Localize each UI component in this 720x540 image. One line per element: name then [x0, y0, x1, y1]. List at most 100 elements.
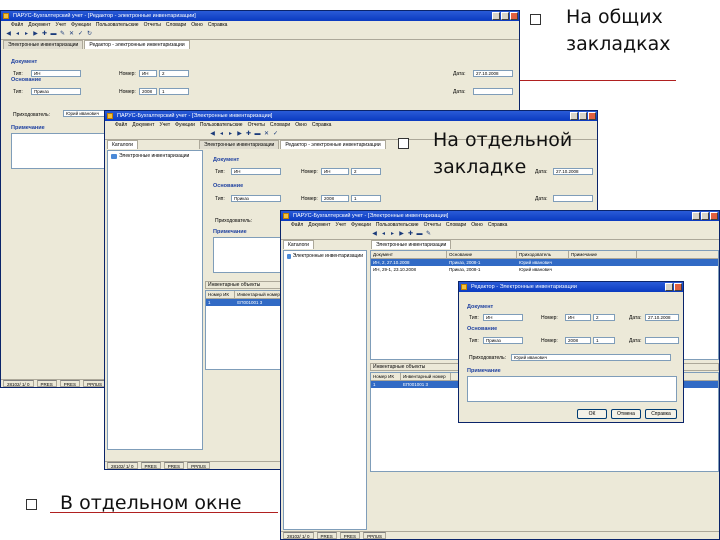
menu-item-window[interactable]: Окно	[295, 121, 307, 130]
tab-catalog[interactable]: Каталоги	[283, 240, 314, 249]
help-button[interactable]: Справка	[645, 409, 677, 419]
doc-prefix-field[interactable]: ИН	[565, 314, 591, 321]
tab-inventories[interactable]: Электронные инвентаризации	[3, 40, 84, 49]
window-titlebar[interactable]: ПАРУС-Бухгалтерский учет - [Электронные …	[105, 111, 597, 121]
doc-type-field[interactable]: ИН	[231, 168, 281, 175]
menu-item-help[interactable]: Справка	[312, 121, 332, 130]
minimize-button[interactable]	[492, 12, 500, 20]
col-header-document[interactable]: Документ	[371, 251, 447, 258]
table-row[interactable]: 1 ЕП001001 3	[206, 299, 284, 306]
basis-prefix-field[interactable]: 2008	[321, 195, 349, 202]
basis-date-field[interactable]	[553, 195, 593, 202]
tab-inventories[interactable]: Электронные инвентаризации	[370, 240, 452, 249]
add-record-icon[interactable]: ✚	[407, 231, 414, 238]
col-header-inventory-number[interactable]: Инвентарный номер	[235, 291, 284, 298]
cancel-edit-icon[interactable]: ✕	[263, 131, 270, 138]
menu-item-reports[interactable]: Отчеты	[144, 21, 161, 30]
first-record-icon[interactable]: ◀	[371, 231, 378, 238]
edit-record-icon[interactable]: ✎	[59, 31, 66, 38]
doc-date-field[interactable]: 27.10.2008	[473, 70, 513, 77]
menu-item-file[interactable]: Файл	[291, 221, 303, 230]
maximize-button[interactable]	[579, 112, 587, 120]
menu-item-file[interactable]: Файл	[11, 21, 23, 30]
menu-item-help[interactable]: Справка	[208, 21, 228, 30]
basis-number-field[interactable]: 1	[159, 88, 189, 95]
edit-record-icon[interactable]: ✎	[425, 231, 432, 238]
note-memo[interactable]	[467, 376, 677, 402]
col-header-basis[interactable]: Основание	[447, 251, 517, 258]
minimize-button[interactable]	[570, 112, 578, 120]
doc-prefix-field[interactable]: ИН	[321, 168, 349, 175]
window-titlebar[interactable]: ПАРУС-Бухгалтерский учет - [Электронные …	[281, 211, 719, 221]
maximize-button[interactable]	[501, 12, 509, 20]
doc-prefix-field[interactable]: ИН	[139, 70, 157, 77]
dialog-close-button[interactable]	[674, 283, 682, 291]
ok-button[interactable]: ОК	[577, 409, 607, 419]
doc-number-field[interactable]: 2	[351, 168, 381, 175]
delete-record-icon[interactable]: ▬	[254, 131, 261, 138]
menu-item-document[interactable]: Документ	[308, 221, 330, 230]
basis-prefix-field[interactable]: 2008	[139, 88, 157, 95]
doc-number-field[interactable]: 2	[593, 314, 615, 321]
close-button[interactable]	[510, 12, 518, 20]
doc-date-field[interactable]: 27.10.2008	[645, 314, 679, 321]
prev-record-icon[interactable]: ◂	[14, 31, 21, 38]
dialog-maximize-button[interactable]	[665, 283, 673, 291]
menu-item-dictionaries[interactable]: Словари	[166, 21, 186, 30]
menu-item-user[interactable]: Пользовательские	[376, 221, 419, 230]
menu-item-functions[interactable]: Функции	[351, 221, 371, 230]
menu-item-help[interactable]: Справка	[488, 221, 508, 230]
doc-type-field[interactable]: ИН	[483, 314, 523, 321]
tree-item-inventories[interactable]: Электронные инвентаризации	[108, 151, 202, 161]
doc-number-field[interactable]: 2	[159, 70, 189, 77]
menu-item-dictionaries[interactable]: Словари	[446, 221, 466, 230]
menu-item-user[interactable]: Пользовательские	[200, 121, 243, 130]
table-row[interactable]: ИН, 29-1, 23.10.2008 Приказ, 2008-1 Юрий…	[371, 266, 718, 273]
add-record-icon[interactable]: ✚	[41, 31, 48, 38]
prev-record-icon[interactable]: ◂	[218, 131, 225, 138]
basis-type-field[interactable]: Приказ	[231, 195, 281, 202]
dialog-titlebar[interactable]: Редактор - Электронные инвентаризации	[459, 282, 683, 292]
last-record-icon[interactable]: ▶	[236, 131, 243, 138]
col-header-inventory-number[interactable]: Инвентарный номер	[401, 373, 451, 380]
cancel-button[interactable]: Отмена	[611, 409, 641, 419]
close-button[interactable]	[710, 212, 718, 220]
doc-type-field[interactable]: ИН	[31, 70, 81, 77]
menu-item-accounting[interactable]: Учет	[335, 221, 346, 230]
table-row[interactable]: ИН, 2, 27.10.2008 Приказ, 2008-1 Юрий ив…	[371, 259, 718, 266]
tab-editor[interactable]: Редактор - электронные инвентаризации	[84, 40, 190, 49]
add-record-icon[interactable]: ✚	[245, 131, 252, 138]
menu-item-accounting[interactable]: Учет	[159, 121, 170, 130]
menu-item-user[interactable]: Пользовательские	[96, 21, 139, 30]
basis-prefix-field[interactable]: 2008	[565, 337, 591, 344]
tab-inventories[interactable]: Электронные инвентаризации	[198, 140, 280, 149]
confirm-edit-icon[interactable]: ✓	[272, 131, 279, 138]
menu-item-file[interactable]: Файл	[115, 121, 127, 130]
basis-type-field[interactable]: Приказ	[483, 337, 523, 344]
prev-record-icon[interactable]: ◂	[380, 231, 387, 238]
menu-item-window[interactable]: Окно	[471, 221, 483, 230]
menu-item-document[interactable]: Документ	[28, 21, 50, 30]
window-titlebar[interactable]: ПАРУС-Бухгалтерский учет - [Редактор - э…	[1, 11, 519, 21]
note-memo[interactable]	[11, 133, 111, 169]
delete-record-icon[interactable]: ▬	[50, 31, 57, 38]
minimize-button[interactable]	[692, 212, 700, 220]
menu-item-reports[interactable]: Отчеты	[424, 221, 441, 230]
delete-record-icon[interactable]: ▬	[416, 231, 423, 238]
cancel-edit-icon[interactable]: ✕	[68, 31, 75, 38]
menu-item-window[interactable]: Окно	[191, 21, 203, 30]
next-record-icon[interactable]: ▸	[227, 131, 234, 138]
col-header-card-number[interactable]: Номер ИК	[371, 373, 401, 380]
last-record-icon[interactable]: ▶	[398, 231, 405, 238]
tab-catalog[interactable]: Каталоги	[107, 140, 138, 149]
basis-number-field[interactable]: 1	[593, 337, 615, 344]
first-record-icon[interactable]: ◀	[5, 31, 12, 38]
note-memo[interactable]	[213, 237, 283, 273]
basis-type-field[interactable]: Приказ	[31, 88, 81, 95]
last-record-icon[interactable]: ▶	[32, 31, 39, 38]
menu-item-functions[interactable]: Функции	[175, 121, 195, 130]
responsible-field[interactable]: Юрий иванович	[511, 354, 671, 361]
menu-item-functions[interactable]: Функции	[71, 21, 91, 30]
refresh-icon[interactable]: ↻	[86, 31, 93, 38]
tab-editor[interactable]: Редактор - электронные инвентаризации	[280, 140, 386, 149]
